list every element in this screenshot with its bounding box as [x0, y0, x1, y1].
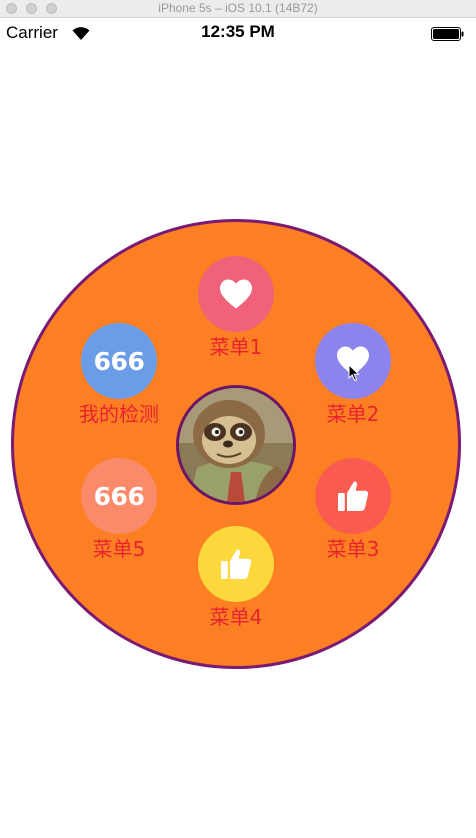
menu-item-2-label: 菜单2 [326, 402, 380, 426]
simulator-titlebar: iPhone 5s – iOS 10.1 (14B72) [0, 0, 476, 18]
menu-item-3-label: 菜单3 [326, 537, 380, 561]
menu-item-3[interactable]: 菜单3 [293, 458, 413, 561]
thumbs-up-icon [338, 481, 369, 511]
menu-item-my-detection-label: 我的检测 [79, 402, 159, 426]
menu-item-my-detection-icon-bg: 666 [81, 323, 157, 399]
center-avatar-button[interactable] [176, 385, 296, 505]
menu-item-4-icon-bg [198, 526, 274, 602]
simulator-window: iPhone 5s – iOS 10.1 (14B72) Carrier 12:… [0, 0, 476, 838]
menu-item-5-label: 菜单5 [92, 537, 146, 561]
battery-icon [431, 27, 464, 41]
sloth-avatar [179, 388, 293, 502]
menu-item-5-icon-bg: 666 [81, 458, 157, 534]
menu-item-1[interactable]: 菜单1 [176, 256, 296, 359]
mouse-cursor-icon [348, 364, 360, 382]
menu-item-4[interactable]: 菜单4 [176, 526, 296, 629]
status-time: 12:35 PM [201, 22, 275, 41]
menu-item-my-detection[interactable]: 666 我的检测 [59, 323, 179, 426]
menu-item-1-label: 菜单1 [209, 335, 263, 359]
simulator-title: iPhone 5s – iOS 10.1 (14B72) [158, 1, 318, 15]
menu-item-4-label: 菜单4 [209, 605, 263, 629]
menu-item-3-icon-bg [315, 458, 391, 534]
status-bar: Carrier 12:35 PM [0, 18, 476, 50]
badge-666-icon: 666 [93, 346, 145, 376]
thumbs-up-icon [221, 549, 252, 579]
menu-item-1-icon-bg [198, 256, 274, 332]
menu-item-2-icon-bg [315, 323, 391, 399]
badge-666-icon: 666 [93, 481, 145, 511]
menu-item-5[interactable]: 666 菜单5 [59, 458, 179, 561]
heart-icon [220, 279, 252, 309]
